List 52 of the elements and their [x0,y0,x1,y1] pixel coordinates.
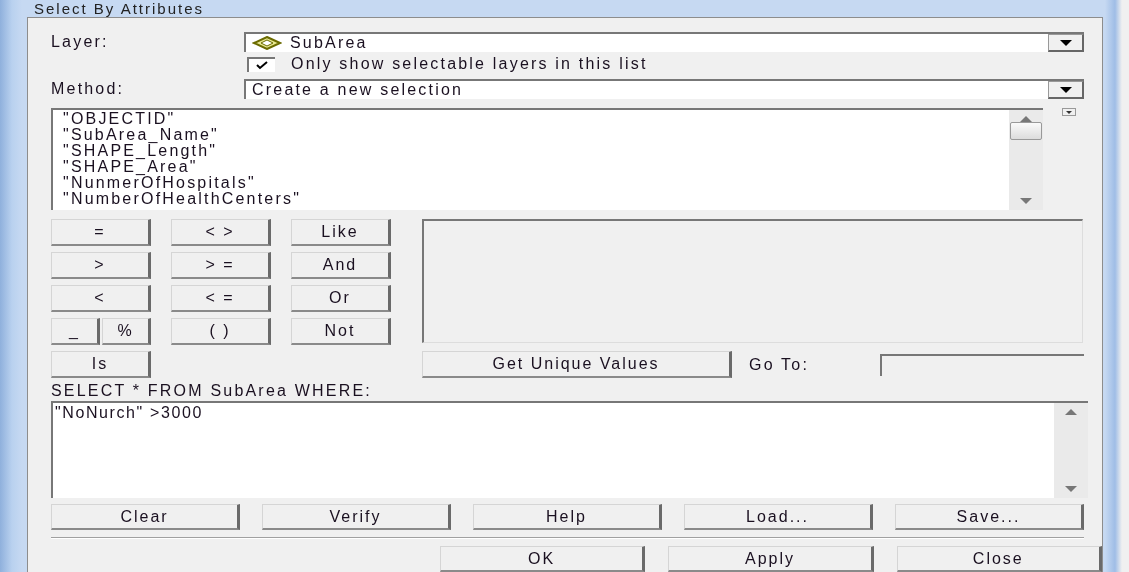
operator-button[interactable]: > = [171,252,271,279]
operator-button[interactable]: % [102,318,151,345]
window-title: Select By Attributes [34,0,205,17]
operator-button[interactable]: And [291,252,391,279]
field-item[interactable]: "SHAPE_Length" [63,143,999,159]
operator-button[interactable]: ( ) [171,318,271,345]
operator-button[interactable]: _ [51,318,100,345]
query-button[interactable]: Verify [262,504,451,530]
field-item[interactable]: "NumberOfHealthCenters" [63,191,999,207]
scrollbar[interactable] [1009,110,1043,210]
scrollbar[interactable] [1054,403,1088,498]
scroll-thumb[interactable] [1010,122,1042,140]
operator-button[interactable]: Not [291,318,391,345]
query-button[interactable]: Help [473,504,662,530]
polygon-layer-icon [252,36,282,50]
layer-value: SubArea [290,34,368,52]
operator-button[interactable]: Like [291,219,391,246]
layer-label: Layer: [51,33,110,51]
method-dropdown[interactable]: Create a new selection [244,79,1084,99]
collapse-icon[interactable] [1062,108,1076,116]
operator-button[interactable]: < [51,285,151,312]
field-list[interactable]: "OBJECTID" "SubArea_Name" "SHAPE_Length" "SHAPE_Area" "NunmerOfHospitals" "NumberOfHealthCenters" [51,108,1043,210]
dialog-button[interactable]: Close [896,546,1102,572]
operator-button[interactable]: > [51,252,151,279]
get-unique-values-button[interactable]: Get Unique Values [422,351,732,378]
operator-button[interactable]: < > [171,219,271,246]
dialog-button[interactable]: OK [440,546,646,572]
go-to-label: Go To: [749,355,811,374]
scroll-up-arrow-icon[interactable] [1065,409,1077,415]
query-button[interactable]: Load... [684,504,873,530]
field-item[interactable]: "SHAPE_Area" [63,159,999,175]
layer-dropdown[interactable]: SubArea [244,32,1084,52]
query-text-area[interactable]: "NoNurch" >3000 [51,401,1088,498]
field-item[interactable]: "NunmerOfHospitals" [63,175,999,191]
scroll-down-arrow-icon[interactable] [1058,86,1073,93]
operator-button[interactable]: = [51,219,151,246]
query-button[interactable]: Save... [895,504,1084,530]
operator-button[interactable]: < = [171,285,271,312]
method-label: Method: [51,80,126,98]
field-item[interactable]: "SubArea_Name" [63,127,999,143]
checkbox[interactable] [247,56,275,72]
check-icon [256,60,268,70]
checkbox-label: Only show selectable layers in this list [291,55,648,73]
scroll-up-arrow-icon[interactable] [1020,116,1032,122]
query-button[interactable]: Clear [51,504,240,530]
operator-button[interactable]: Or [291,285,391,312]
query-label: SELECT * FROM SubArea WHERE: [51,381,373,401]
scroll-down-arrow-icon[interactable] [1058,39,1073,46]
operator-button[interactable]: Is [51,351,151,378]
dialog-button[interactable]: Apply [668,546,874,572]
query-text: "NoNurch" >3000 [54,403,204,423]
field-item[interactable]: "OBJECTID" [63,111,999,127]
